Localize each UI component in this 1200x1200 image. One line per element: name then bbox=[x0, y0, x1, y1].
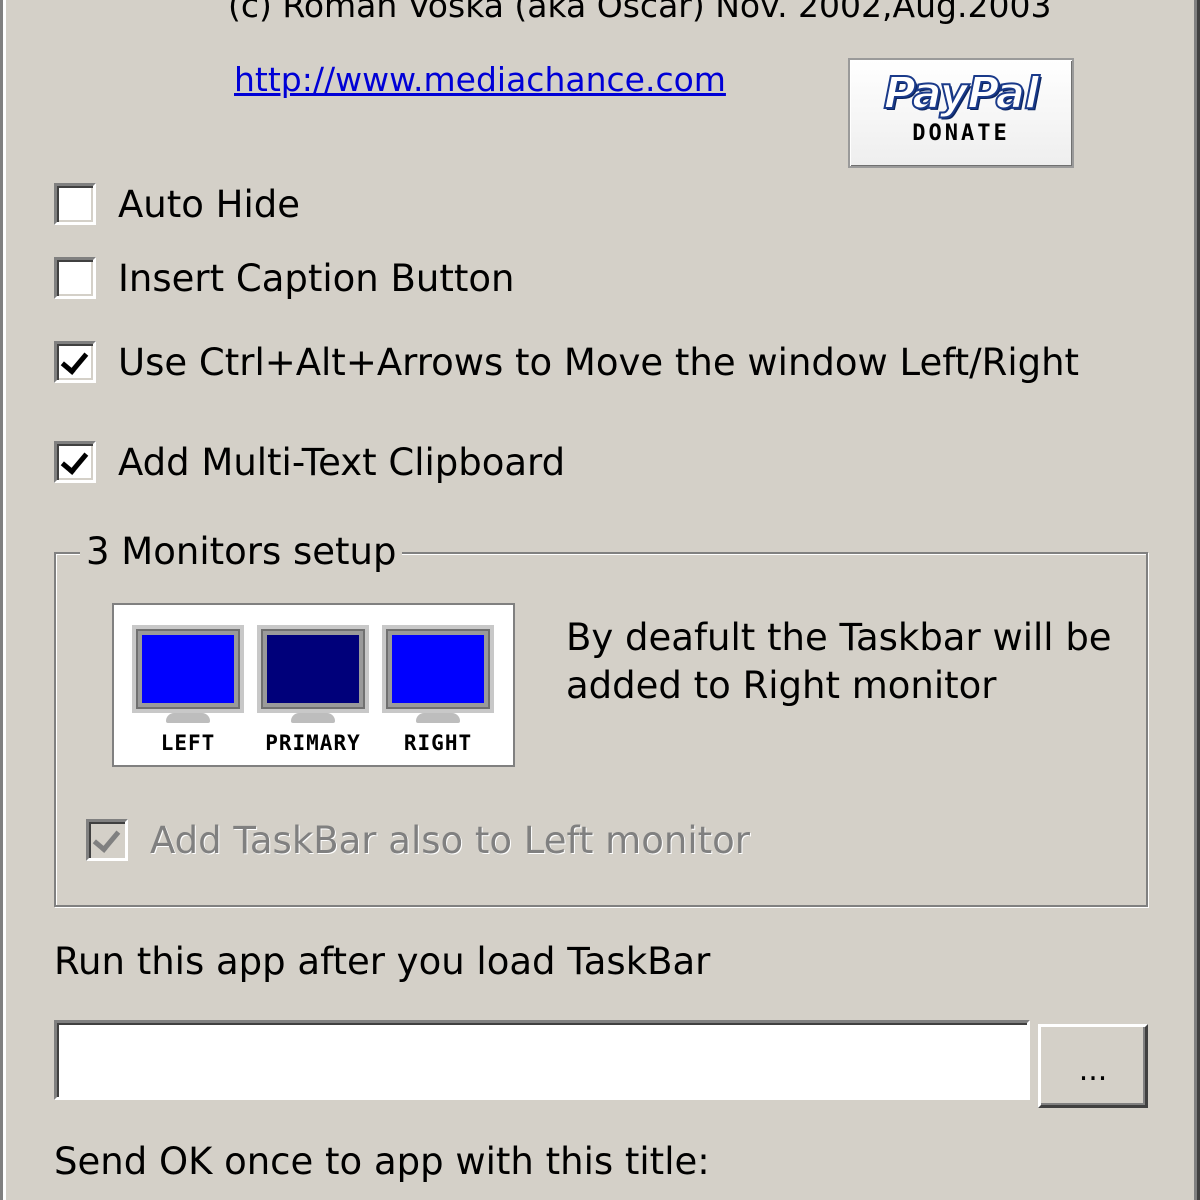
auto-hide-label: Auto Hide bbox=[118, 182, 301, 226]
insert-caption-button-checkbox[interactable] bbox=[54, 257, 96, 299]
paypal-logo: PayPal bbox=[883, 67, 1041, 120]
multi-text-clipboard-checkbox[interactable] bbox=[54, 441, 96, 483]
multi-text-clipboard-label: Add Multi-Text Clipboard bbox=[118, 440, 566, 484]
primary-monitor-screen bbox=[267, 635, 359, 703]
monitors-group-title: 3 Monitors setup bbox=[80, 530, 403, 573]
left-monitor-taskbar-option: Add TaskBar also to Left monitor bbox=[86, 816, 750, 864]
run-app-label: Run this app after you load TaskBar bbox=[54, 940, 711, 983]
primary-monitor-label: PRIMARY bbox=[265, 731, 361, 755]
taskbar-default-info: By deafult the Taskbar will be added to … bbox=[566, 616, 1112, 707]
right-monitor-label: RIGHT bbox=[403, 731, 473, 755]
insert-caption-button-option[interactable]: Insert Caption Button bbox=[54, 254, 514, 302]
left-monitor-taskbar-checkbox bbox=[86, 819, 128, 861]
right-monitor-icon bbox=[382, 625, 494, 713]
primary-monitor-icon bbox=[257, 625, 369, 713]
primary-monitor-stand bbox=[291, 713, 335, 723]
left-monitor-label: LEFT bbox=[160, 731, 216, 755]
window-right-border bbox=[1188, 0, 1200, 1200]
left-monitor-screen bbox=[142, 635, 234, 703]
browse-button[interactable]: ... bbox=[1038, 1024, 1148, 1108]
window-left-border bbox=[0, 0, 12, 1200]
auto-hide-option[interactable]: Auto Hide bbox=[54, 180, 300, 228]
left-monitor-stand bbox=[166, 713, 210, 723]
send-ok-label: Send OK once to app with this title: bbox=[54, 1140, 710, 1183]
insert-caption-button-label: Insert Caption Button bbox=[118, 256, 515, 300]
left-monitor-icon bbox=[132, 625, 244, 713]
website-link[interactable]: http://www.mediachance.com bbox=[234, 60, 726, 99]
ctrl-alt-arrows-option[interactable]: Use Ctrl+Alt+Arrows to Move the window L… bbox=[54, 338, 1079, 386]
ctrl-alt-arrows-checkbox[interactable] bbox=[54, 341, 96, 383]
paypal-donate-button[interactable]: PayPal DONATE bbox=[848, 58, 1074, 168]
multi-text-clipboard-option[interactable]: Add Multi-Text Clipboard bbox=[54, 438, 565, 486]
auto-hide-checkbox[interactable] bbox=[54, 183, 96, 225]
paypal-donate-label: DONATE bbox=[912, 121, 1010, 146]
copyright-text: (c) Roman Voska (aka Oscar) Nov. 2002,Au… bbox=[228, 0, 1052, 25]
ctrl-alt-arrows-label: Use Ctrl+Alt+Arrows to Move the window L… bbox=[118, 340, 1080, 384]
left-monitor-taskbar-label: Add TaskBar also to Left monitor bbox=[150, 818, 750, 862]
monitor-layout-panel: LEFT PRIMARY RIGHT bbox=[112, 603, 515, 767]
run-app-path-input[interactable] bbox=[54, 1020, 1030, 1100]
right-monitor-stand bbox=[416, 713, 460, 723]
right-monitor-screen bbox=[392, 635, 484, 703]
